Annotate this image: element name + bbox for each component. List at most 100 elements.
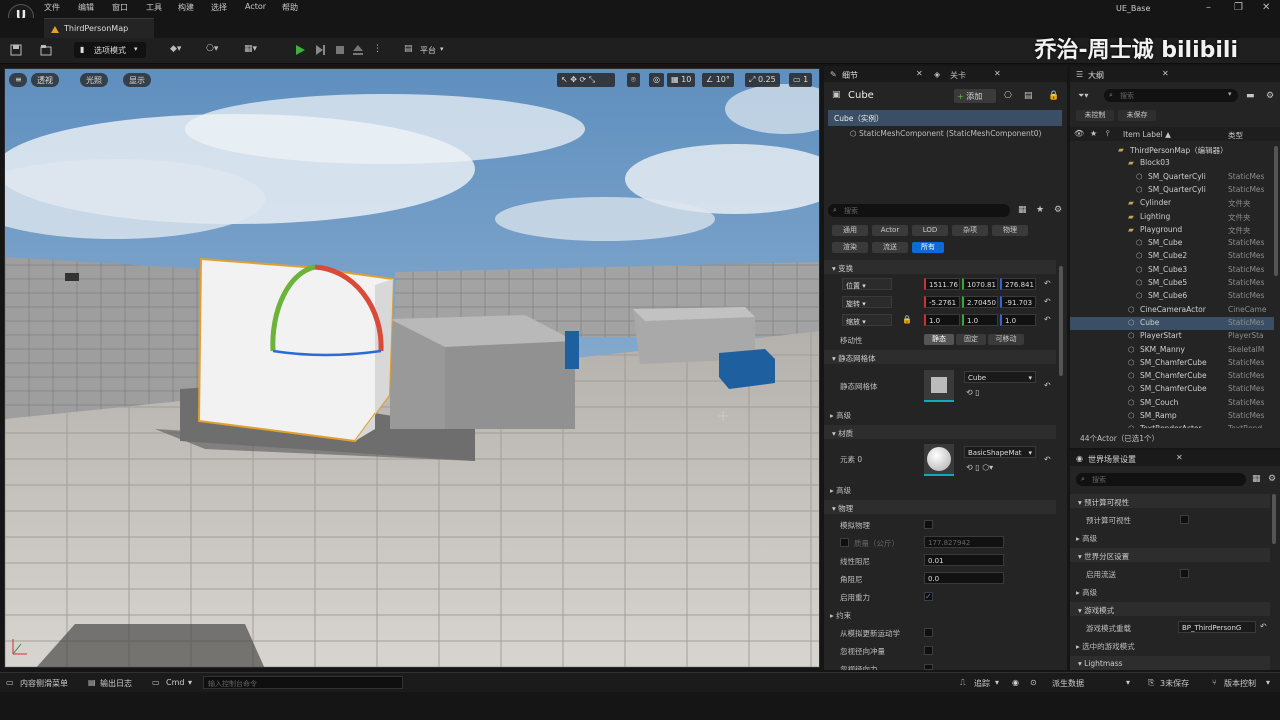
filter-all[interactable]: 所有 — [912, 242, 944, 253]
mesh-thumbnail[interactable] — [924, 370, 954, 402]
component-row-mesh[interactable]: ⬡ StaticMeshComponent (StaticMeshCompone… — [850, 129, 1041, 138]
outliner-row[interactable]: ⬡ Cube StaticMes — [1070, 316, 1274, 331]
filter-rendering[interactable]: 渲染 — [832, 242, 868, 253]
ignore-radial-impulse-checkbox[interactable] — [924, 646, 933, 655]
menu-window[interactable]: 窗口 — [112, 2, 128, 13]
scale-z-field[interactable]: 1.0 — [1000, 314, 1036, 326]
tab-level[interactable]: 关卡 — [950, 70, 966, 81]
reset-icon[interactable]: ↶ — [1044, 455, 1051, 464]
more-options-icon[interactable]: ⋮ — [373, 44, 382, 58]
content-browser-icon[interactable] — [40, 44, 52, 56]
section-lightmass[interactable]: ▾ Lightmass — [1070, 656, 1270, 670]
section-game-mode[interactable]: ▾ 游戏模式 — [1070, 602, 1270, 616]
cinematics-icon[interactable]: ▦▾ — [244, 44, 257, 58]
rotation-snap-button[interactable]: ∠ 10° — [702, 73, 734, 87]
filter-streaming[interactable]: 流送 — [872, 242, 908, 253]
details-search-input[interactable]: ⌕ 搜索 — [828, 204, 1010, 217]
settings-icon[interactable]: ▤ — [1024, 91, 1033, 101]
add-component-button[interactable]: + 添加 — [954, 89, 996, 103]
add-actor-icon[interactable]: ◆▾ — [170, 44, 181, 58]
material-dropdown[interactable]: BasicShapeMat ▾ — [964, 446, 1036, 458]
save-icon[interactable] — [10, 44, 22, 56]
content-drawer-icon[interactable]: ▭ — [6, 678, 14, 687]
minimize-button[interactable]: – — [1206, 2, 1211, 13]
outliner-row[interactable]: ▰ Playground 文件夹 — [1070, 224, 1274, 237]
outliner-row[interactable]: ⬡ SM_Couch StaticMes — [1070, 397, 1274, 410]
game-mode-dropdown[interactable]: BP_ThirdPersonG — [1178, 621, 1256, 633]
maximize-button[interactable]: ❐ — [1234, 2, 1243, 13]
world-local-icon[interactable]: ◎ — [649, 73, 664, 87]
platform-icon[interactable]: ▤ — [404, 44, 413, 58]
outliner-row[interactable]: ⬡ PlayerStart PlayerSta — [1070, 330, 1274, 343]
column-type[interactable]: 类型 — [1228, 130, 1243, 141]
tab-details[interactable]: 细节 — [842, 70, 858, 81]
advanced-expander[interactable]: ▸ 高级 — [1076, 533, 1097, 544]
console-input[interactable]: 输入控制台命令 — [203, 676, 403, 689]
scale-snap-button[interactable]: ⤢ 0.25 — [745, 73, 780, 87]
world-settings-scrollbar[interactable] — [1272, 494, 1276, 544]
mobility-static[interactable]: 静态 — [924, 334, 954, 345]
advanced-expander[interactable]: ▸ 高级 — [1076, 587, 1097, 598]
close-button[interactable]: ✕ — [1262, 2, 1270, 13]
menu-select[interactable]: 选择 — [211, 2, 227, 13]
outliner-row[interactable]: ▰ Cylinder 文件夹 — [1070, 197, 1274, 210]
unsaved-count[interactable]: 3未保存 — [1160, 678, 1189, 689]
menu-edit[interactable]: 编辑 — [78, 2, 94, 13]
source-control-icon[interactable]: ⑂ — [1212, 678, 1217, 687]
selected-game-mode-expander[interactable]: ▸ 选中的游戏模式 — [1076, 641, 1135, 652]
outliner-row[interactable]: ⬡ SM_Cube StaticMes — [1070, 237, 1274, 250]
mode-select[interactable]: ▮ 选项模式 ▾ — [74, 42, 146, 58]
cmd-dropdown[interactable]: Cmd — [166, 678, 184, 687]
outliner-row[interactable]: ▰ ThirdPersonMap（编辑器） — [1070, 144, 1274, 157]
record-icon[interactable]: ◉ — [1012, 678, 1019, 687]
outliner-row[interactable]: ⬡ SM_ChamferCube StaticMes — [1070, 383, 1274, 396]
section-precomputed-visibility[interactable]: ▾ 预计算可视性 — [1070, 494, 1270, 508]
simulate-physics-checkbox[interactable] — [924, 520, 933, 529]
step-icon[interactable] — [314, 44, 326, 56]
close-icon[interactable]: ✕ — [1176, 453, 1183, 462]
mass-field[interactable]: 177.827942 — [924, 536, 1004, 548]
scale-x-field[interactable]: 1.0 — [924, 314, 960, 326]
filter-lod[interactable]: LOD — [912, 225, 948, 236]
angular-damping-field[interactable]: 0.0 — [924, 572, 1004, 584]
show-button[interactable]: 显示 — [123, 73, 151, 87]
perspective-button[interactable]: 透视 — [31, 73, 59, 87]
browse-icon[interactable]: ⟲ ▯ — [966, 388, 980, 397]
reset-icon[interactable]: ↶ — [1044, 279, 1051, 288]
section-static-mesh[interactable]: ▾ 静态网格体 — [824, 350, 1056, 364]
source-control-button[interactable]: 版本控制 — [1224, 678, 1256, 689]
filter-misc[interactable]: 杂项 — [952, 225, 988, 236]
kinematic-update-checkbox[interactable] — [924, 628, 933, 637]
outliner-row[interactable]: ⬡ SM_QuarterCyli StaticMes — [1070, 171, 1274, 184]
output-log-icon[interactable]: ▤ — [88, 678, 96, 687]
mobility-stationary[interactable]: 固定 — [956, 334, 986, 345]
trace-icon[interactable]: ⎍ — [960, 678, 966, 688]
viewport-menu-icon[interactable]: ≡ — [9, 73, 27, 87]
details-scrollbar[interactable] — [1059, 266, 1063, 376]
component-row-instance[interactable]: Cube（实例） — [828, 110, 1062, 126]
reset-icon[interactable]: ↶ — [1044, 381, 1051, 390]
location-y-field[interactable]: 1070.81 — [962, 278, 998, 290]
column-item-label[interactable]: Item Label ▲ — [1123, 130, 1171, 139]
play-icon[interactable] — [294, 44, 306, 56]
location-dropdown[interactable]: 位置 ▾ — [842, 278, 892, 290]
tab-map[interactable]: ThirdPersonMap — [44, 18, 154, 38]
trace-button[interactable]: 追踪 — [974, 678, 990, 689]
outliner-row[interactable]: ▰ Block03 — [1070, 157, 1274, 170]
outliner-row[interactable]: ⬡ SM_QuarterCyli StaticMes — [1070, 184, 1274, 197]
menu-build[interactable]: 构建 — [178, 2, 194, 13]
unsaved-button[interactable]: 未保存 — [1118, 110, 1156, 121]
advanced-expander[interactable]: ▸ 高级 — [830, 410, 851, 421]
outliner-row[interactable]: ⬡ SKM_Manny SkeletalM — [1070, 344, 1274, 357]
enable-gravity-checkbox[interactable]: ✓ — [924, 592, 933, 601]
browse-icon[interactable]: ⟲ ▯ ⬡▾ — [966, 463, 993, 472]
platform-button[interactable]: 平台 — [420, 45, 436, 56]
lit-button[interactable]: 光照 — [80, 73, 108, 87]
outliner-search-input[interactable]: ⌕ 搜索 ▾ — [1104, 89, 1238, 102]
outliner-row[interactable]: ⬡ SM_ChamferCube StaticMes — [1070, 370, 1274, 383]
tab-outliner[interactable]: 大纲 — [1088, 70, 1104, 81]
menu-tools[interactable]: 工具 — [146, 2, 162, 13]
uncontrolled-button[interactable]: 未控制 — [1076, 110, 1114, 121]
tab-world-settings[interactable]: 世界场景设置 — [1088, 454, 1136, 465]
gear-icon[interactable]: ⚙ — [1054, 205, 1062, 215]
